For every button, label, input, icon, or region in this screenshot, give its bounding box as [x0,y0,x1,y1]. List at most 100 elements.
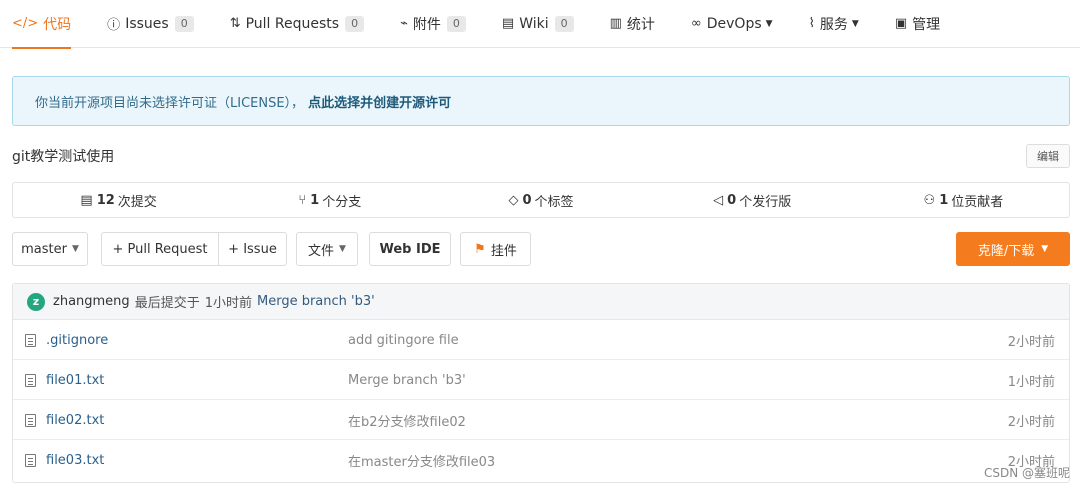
widget-button[interactable]: ⚑ 挂件 [460,232,531,266]
clone-download-button[interactable]: 克隆/下载 ▼ [956,232,1070,266]
repo-description: git教学测试使用 [12,149,115,165]
settings-doc-icon: ▣ [894,16,908,31]
tab-code[interactable]: </> 代码 [12,0,72,49]
bar-chart-icon: ▥ [609,16,622,31]
commit-author[interactable]: zhangmeng [53,294,130,309]
tab-devops[interactable]: ∞ DevOps ▼ [691,0,773,48]
file-name: file02.txt [46,412,105,428]
pr-issue-group: + Pull Request + Issue [101,232,287,266]
tab-label: 服务 [819,16,848,33]
pull-request-icon: ⇅ [229,16,241,31]
pulse-icon: ⌇ [808,16,815,31]
file-name: file01.txt [46,372,105,388]
file-commit-message[interactable]: add gitingore file [348,320,459,360]
commit-prefix: 最后提交于 [134,296,200,311]
new-issue-button[interactable]: + Issue [218,233,286,265]
edit-description-button[interactable]: 编辑 [1026,144,1070,168]
tab-label: 代码 [43,16,72,33]
file-commit-time: 2小时前 [1007,334,1055,350]
commit-icon: ▤ [80,192,93,208]
tab-wiki[interactable]: ▤ Wiki 0 [502,0,574,48]
caret-down-icon: ▼ [851,18,859,29]
files-dropdown-button[interactable]: 文件 ▼ [296,232,358,266]
count-badge: 0 [446,15,466,32]
tags-label: 个标签 [534,194,574,210]
tab-label: Issues [125,15,169,32]
file-icon [25,413,36,427]
book-icon: ▤ [501,16,515,31]
file-link[interactable]: .gitignore [25,320,108,360]
avatar[interactable]: z [27,292,45,311]
tab-manage[interactable]: ▣ 管理 [895,0,940,48]
file-icon [25,373,36,387]
commits-label: 次提交 [117,194,157,210]
send-icon: ◁ [713,192,724,208]
file-commit-time: 2小时前 [1007,414,1055,430]
bookmark-icon: ⚑ [474,241,486,257]
file-commit-message[interactable]: Merge branch 'b3' [348,360,466,400]
contributors-label: 位贡献者 [951,194,1004,210]
commits-stat[interactable]: ▤ 12 次提交 [13,183,224,217]
tab-label: 管理 [912,16,941,33]
branch-icon: ⑂ [298,192,307,208]
branch-select[interactable]: master ▼ [12,232,88,266]
caret-down-icon: ▼ [1041,244,1049,254]
file-commit-time: 1小时前 [1007,374,1055,390]
branches-stat[interactable]: ⑂ 1 个分支 [224,183,435,217]
file-name: file03.txt [46,452,105,468]
commits-count: 12 [96,192,115,208]
commit-message-link[interactable]: Merge branch 'b3' [257,294,375,309]
tags-count: 0 [522,192,532,208]
tab-label: 统计 [626,16,655,33]
paperclip-icon: ⌁ [400,16,408,31]
file-icon [25,453,36,467]
tab-label: Wiki [519,15,549,32]
new-pull-request-button[interactable]: + Pull Request [102,233,218,265]
file-list: z zhangmeng 最后提交于 1小时前 Merge branch 'b3'… [12,283,1070,483]
tag-icon: ◇ [508,192,519,208]
count-badge: 0 [554,15,574,32]
repo-stats-bar: ▤ 12 次提交 ⑂ 1 个分支 ◇ 0 个标签 ◁ 0 个发行版 ⚇ 1 位贡… [12,182,1070,218]
tab-label: DevOps [706,15,762,32]
file-row: file01.txt Merge branch 'b3' 1小时前 [13,360,1069,400]
releases-count: 0 [727,192,737,208]
contributors-count: 1 [939,192,949,208]
tab-issues[interactable]: ⓘ Issues 0 [107,0,194,48]
branches-count: 1 [310,192,320,208]
license-notice: 你当前开源项目尚未选择许可证（LICENSE）， 点此选择并创建开源许可 [12,76,1070,126]
file-name: .gitignore [46,332,109,348]
info-icon: ⓘ [107,18,121,33]
clone-download-label: 克隆/下载 [977,243,1035,259]
file-link[interactable]: file01.txt [25,360,104,400]
web-ide-button[interactable]: Web IDE [369,232,451,266]
caret-down-icon: ▼ [339,244,346,254]
code-icon: </> [12,16,39,31]
tab-statistics[interactable]: ▥ 统计 [610,0,655,48]
count-badge: 0 [345,15,365,32]
tab-pull-requests[interactable]: ⇅ Pull Requests 0 [229,0,365,48]
contributors-stat[interactable]: ⚇ 1 位贡献者 [858,183,1069,217]
file-link[interactable]: file03.txt [25,440,104,480]
tab-label: Pull Requests [245,15,340,32]
file-row: .gitignore add gitingore file 2小时前 [13,320,1069,360]
watermark: CSDN @塞班呢 [983,466,1070,480]
file-commit-message[interactable]: 在master分支修改file03 [348,440,495,480]
file-row: file02.txt 在b2分支修改file02 2小时前 [13,400,1069,440]
file-commit-message[interactable]: 在b2分支修改file02 [348,400,466,440]
releases-stat[interactable]: ◁ 0 个发行版 [647,183,858,217]
license-notice-text: 你当前开源项目尚未选择许可证（LICENSE）， [35,95,305,111]
create-license-link[interactable]: 点此选择并创建开源许可 [308,92,451,111]
repo-tabs: </> 代码 ⓘ Issues 0 ⇅ Pull Requests 0 ⌁ 附件… [0,0,1080,49]
widget-label: 挂件 [490,243,517,259]
count-badge: 0 [174,15,194,32]
tab-attachments[interactable]: ⌁ 附件 0 [400,0,466,48]
caret-down-icon: ▼ [71,244,79,254]
tab-services[interactable]: ⌇ 服务 ▼ [809,0,859,48]
contributors-icon: ⚇ [923,192,936,208]
branches-label: 个分支 [322,194,362,210]
file-link[interactable]: file02.txt [25,400,104,440]
releases-label: 个发行版 [739,194,792,210]
file-icon [25,333,36,347]
tags-stat[interactable]: ◇ 0 个标签 [435,183,646,217]
file-row: file03.txt 在master分支修改file03 2小时前 [13,440,1069,480]
